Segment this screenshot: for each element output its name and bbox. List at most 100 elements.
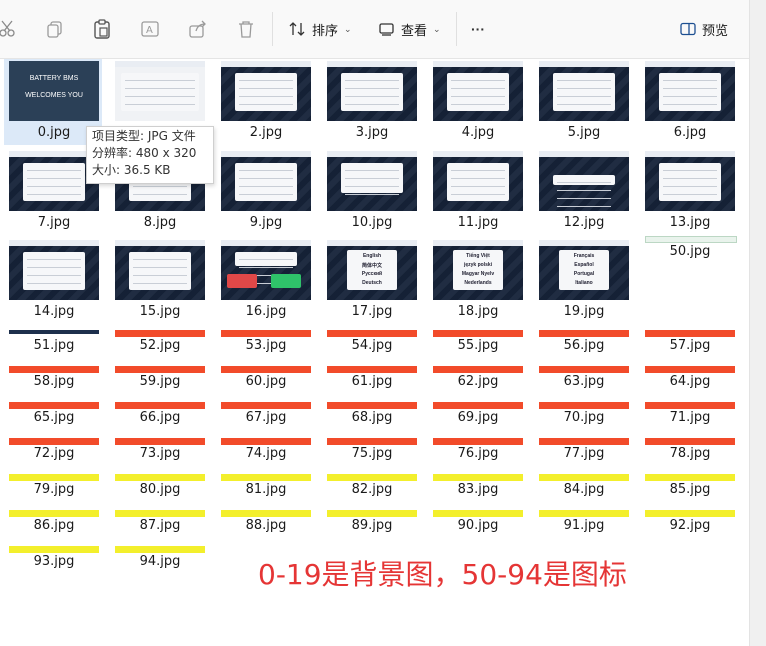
file-name: 6.jpg xyxy=(673,125,707,140)
file-thumbnail xyxy=(221,510,311,517)
file-thumbnail: Tiếng Việt język polski Magyar Nyelv Nederl… xyxy=(433,240,523,300)
file-name: 65.jpg xyxy=(33,410,75,425)
file-name: 60.jpg xyxy=(245,374,287,389)
file-thumbnail xyxy=(645,510,735,517)
file-thumbnail xyxy=(221,61,311,121)
file-thumbnail xyxy=(539,474,629,481)
language-option: Español xyxy=(574,262,594,268)
file-name: 90.jpg xyxy=(457,518,499,533)
file-thumbnail xyxy=(433,366,523,373)
file-thumbnail xyxy=(221,438,311,445)
file-name: 59.jpg xyxy=(139,374,181,389)
file-name: 51.jpg xyxy=(33,338,75,353)
file-name: 81.jpg xyxy=(245,482,287,497)
language-option: Français xyxy=(573,253,595,259)
file-thumbnail xyxy=(433,330,523,337)
welcome-splash: BATTERY BMS WELCOMES YOU xyxy=(9,61,99,121)
file-thumbnail xyxy=(9,330,99,334)
annotation-note: 0-19是背景图，50-94是图标 xyxy=(258,558,627,591)
file-thumbnail xyxy=(9,546,99,553)
file-name: 50.jpg xyxy=(669,244,711,259)
file-thumbnail xyxy=(645,402,735,409)
file-name: 13.jpg xyxy=(669,215,711,230)
file-thumbnail xyxy=(539,510,629,517)
file-thumbnail xyxy=(539,438,629,445)
file-thumbnail xyxy=(433,61,523,121)
file-thumbnail xyxy=(115,330,205,337)
file-thumbnail xyxy=(539,61,629,121)
file-thumbnail xyxy=(327,438,417,445)
file-thumbnail xyxy=(539,366,629,373)
file-thumbnail: BATTERY BMS WELCOMES YOU xyxy=(9,61,99,121)
file-name: 91.jpg xyxy=(563,518,605,533)
file-name: 15.jpg xyxy=(139,304,181,319)
tooltip-size: 大小: 36.5 KB xyxy=(92,163,171,177)
file-name: 73.jpg xyxy=(139,446,181,461)
file-thumbnail xyxy=(9,510,99,517)
language-option: Magyar Nyelv xyxy=(461,271,495,277)
file-name: 52.jpg xyxy=(139,338,181,353)
file-name: 79.jpg xyxy=(33,482,75,497)
language-option: Tiếng Việt xyxy=(466,253,490,259)
file-name: 54.jpg xyxy=(351,338,393,353)
file-name: 77.jpg xyxy=(563,446,605,461)
file-name: 55.jpg xyxy=(457,338,499,353)
file-name: 9.jpg xyxy=(249,215,283,230)
tooltip-resolution: 分辨率: 480 x 320 xyxy=(92,146,197,160)
file-name: 68.jpg xyxy=(351,410,393,425)
file-name: 17.jpg xyxy=(351,304,393,319)
file-thumbnail xyxy=(115,240,205,300)
file-thumbnail xyxy=(9,402,99,409)
file-thumbnail xyxy=(115,61,205,121)
file-name: 89.jpg xyxy=(351,518,393,533)
file-thumbnail xyxy=(327,402,417,409)
file-name: 82.jpg xyxy=(351,482,393,497)
file-name: 85.jpg xyxy=(669,482,711,497)
file-thumbnail xyxy=(221,474,311,481)
file-name: 11.jpg xyxy=(457,215,499,230)
file-name: 16.jpg xyxy=(245,304,287,319)
vertical-scrollbar[interactable] xyxy=(749,0,766,646)
file-name: 57.jpg xyxy=(669,338,711,353)
file-thumbnail xyxy=(221,151,311,211)
file-thumbnail xyxy=(221,402,311,409)
file-thumbnail xyxy=(9,474,99,481)
file-name: 92.jpg xyxy=(669,518,711,533)
file-thumbnail xyxy=(433,510,523,517)
file-thumbnail xyxy=(645,236,737,243)
file-thumbnail xyxy=(433,151,523,211)
file-thumbnail xyxy=(221,330,311,337)
file-thumbnail xyxy=(115,510,205,517)
file-name: 76.jpg xyxy=(457,446,499,461)
language-option: English xyxy=(362,253,382,259)
file-name: 80.jpg xyxy=(139,482,181,497)
file-thumbnail xyxy=(645,438,735,445)
file-thumbnail xyxy=(327,151,417,211)
file-name: 7.jpg xyxy=(37,215,71,230)
file-thumbnail xyxy=(115,474,205,481)
file-thumbnail xyxy=(327,330,417,337)
file-name: 72.jpg xyxy=(33,446,75,461)
file-name: 70.jpg xyxy=(563,410,605,425)
file-thumbnail xyxy=(327,474,417,481)
file-name: 14.jpg xyxy=(33,304,75,319)
tooltip-type: 项目类型: JPG 文件 xyxy=(92,129,196,143)
file-thumbnail xyxy=(9,366,99,373)
file-thumbnail xyxy=(115,438,205,445)
file-thumbnail xyxy=(433,402,523,409)
file-name: 3.jpg xyxy=(355,125,389,140)
splash-line-1: BATTERY BMS xyxy=(29,75,79,82)
file-grid: BATTERY BMSWELCOMES YOU0.jpg1.jpg2.jpg3.… xyxy=(0,0,750,646)
file-name: 5.jpg xyxy=(567,125,601,140)
file-thumbnail xyxy=(539,151,629,211)
file-name: 83.jpg xyxy=(457,482,499,497)
file-name: 61.jpg xyxy=(351,374,393,389)
language-option: Portugal xyxy=(573,271,595,277)
file-name: 88.jpg xyxy=(245,518,287,533)
file-name: 2.jpg xyxy=(249,125,283,140)
language-option: Italiano xyxy=(575,280,593,286)
file-name: 56.jpg xyxy=(563,338,605,353)
file-thumbnail xyxy=(645,330,735,337)
file-name: 94.jpg xyxy=(139,554,181,569)
file-thumbnail xyxy=(433,474,523,481)
